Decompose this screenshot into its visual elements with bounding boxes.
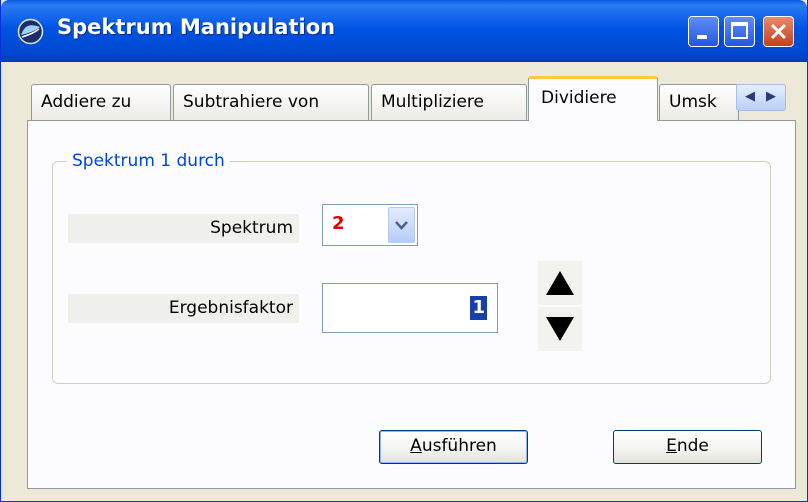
tab-umsk[interactable]: Umsk bbox=[659, 84, 739, 120]
tab-label: Addiere zu bbox=[41, 92, 132, 112]
execute-mnemonic: A bbox=[410, 436, 422, 456]
close-icon bbox=[770, 23, 787, 40]
execute-button[interactable]: Ausführen bbox=[379, 430, 528, 464]
execute-label: usführen bbox=[421, 436, 497, 456]
chevron-down-icon bbox=[395, 221, 408, 230]
dialog-window: Spektrum Manipulation Addiere zu Subtrah… bbox=[0, 0, 808, 502]
tab-scroll-left-icon[interactable]: ◀ bbox=[745, 88, 755, 106]
end-mnemonic: E bbox=[666, 436, 677, 456]
tab-label: Umsk bbox=[669, 92, 717, 112]
group-title: Spektrum 1 durch bbox=[67, 150, 230, 172]
spectrum-select-value: 2 bbox=[332, 213, 345, 234]
tab-scroll-right-icon[interactable]: ▶ bbox=[766, 88, 776, 106]
maximize-button[interactable] bbox=[724, 16, 755, 47]
minimize-button[interactable] bbox=[688, 16, 719, 47]
maximize-icon bbox=[731, 22, 748, 39]
end-button[interactable]: Ende bbox=[613, 430, 762, 464]
spectrum-label: Spektrum bbox=[68, 214, 299, 243]
result-factor-input[interactable]: 1 bbox=[322, 283, 498, 333]
tab-addiere-zu[interactable]: Addiere zu bbox=[31, 84, 171, 120]
result-factor-value: 1 bbox=[470, 296, 487, 320]
tab-scroll-buttons: ◀ ▶ bbox=[736, 84, 786, 111]
spectrum-select[interactable]: 2 bbox=[322, 204, 418, 246]
factor-label: Ergebnisfaktor bbox=[68, 294, 299, 323]
end-label: nde bbox=[676, 436, 709, 456]
tab-dividiere[interactable]: Dividiere bbox=[528, 76, 658, 121]
dropdown-button[interactable] bbox=[388, 207, 415, 243]
minimize-icon bbox=[697, 35, 707, 39]
close-button[interactable] bbox=[763, 16, 794, 47]
window-title: Spektrum Manipulation bbox=[57, 15, 336, 39]
triangle-up-icon bbox=[546, 271, 574, 295]
tab-label: Dividiere bbox=[541, 88, 617, 108]
tab-label: Subtrahiere von bbox=[183, 92, 320, 112]
spectrum-app-icon bbox=[17, 18, 44, 45]
spin-down-button[interactable] bbox=[538, 307, 582, 351]
group-box: Spektrum 1 durch bbox=[52, 150, 771, 384]
tab-label: Multipliziere bbox=[381, 92, 484, 112]
tab-subtrahiere-von[interactable]: Subtrahiere von bbox=[173, 84, 369, 120]
tab-panel-dividiere: Spektrum 1 durch Spektrum 2 Ergebnisfakt… bbox=[27, 120, 796, 489]
spin-up-button[interactable] bbox=[538, 261, 582, 305]
title-bar[interactable]: Spektrum Manipulation bbox=[1, 0, 807, 62]
tab-multipliziere[interactable]: Multipliziere bbox=[371, 84, 527, 120]
triangle-down-icon bbox=[546, 317, 574, 341]
